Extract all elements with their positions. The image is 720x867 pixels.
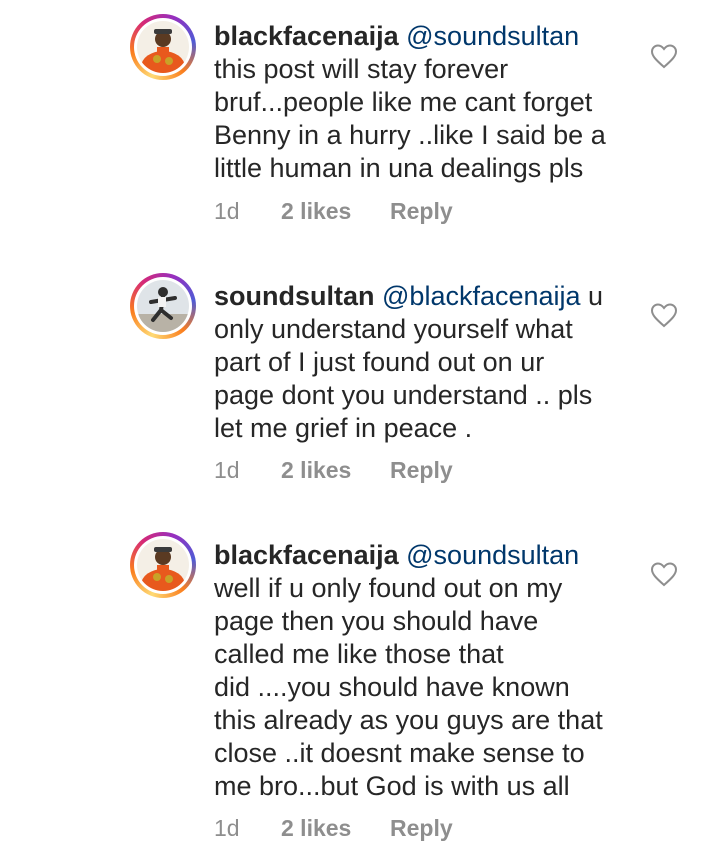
avatar[interactable] [130, 273, 196, 339]
orange-outfit-avatar-icon [137, 539, 189, 591]
comment-text: well if u only found out on my page then… [214, 573, 603, 801]
heart-icon[interactable] [650, 561, 678, 587]
heart-icon[interactable] [650, 302, 678, 328]
comment-time: 1d [214, 815, 240, 841]
likes-button[interactable]: 2 likes [281, 198, 351, 225]
comment-username[interactable]: blackfacenaija [214, 21, 399, 51]
comment-mention[interactable]: @soundsultan [406, 540, 579, 570]
comment-time: 1d [214, 457, 240, 483]
comment-mention[interactable]: @blackfacenaija [382, 281, 581, 311]
likes-button[interactable]: 2 likes [281, 457, 351, 484]
avatar[interactable] [130, 532, 196, 598]
reply-button[interactable]: Reply [390, 815, 453, 842]
avatar[interactable] [130, 14, 196, 80]
comment-text: this post will stay forever bruf...peopl… [214, 54, 606, 183]
comment-username[interactable]: soundsultan [214, 281, 375, 311]
dancing-figure-avatar-icon [137, 280, 189, 332]
comment-mention[interactable]: @soundsultan [406, 21, 579, 51]
comment-time: 1d [214, 198, 240, 224]
likes-button[interactable]: 2 likes [281, 815, 351, 842]
reply-button[interactable]: Reply [390, 198, 453, 225]
orange-outfit-avatar-icon [137, 21, 189, 73]
heart-icon[interactable] [650, 43, 678, 69]
reply-button[interactable]: Reply [390, 457, 453, 484]
comment-username[interactable]: blackfacenaija [214, 540, 399, 570]
